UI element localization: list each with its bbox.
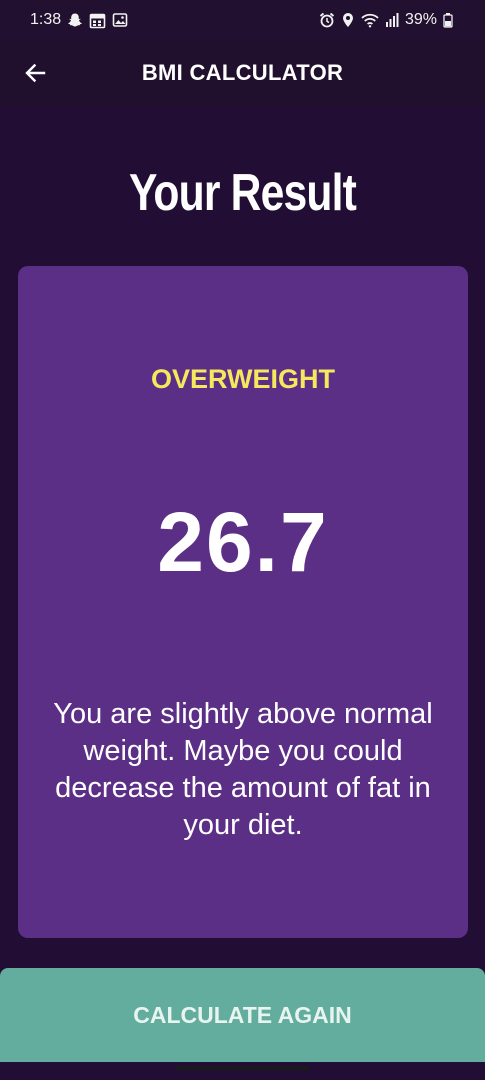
signal-icon <box>385 12 399 28</box>
calendar-icon <box>89 12 106 29</box>
bmi-value: 26.7 <box>157 495 329 589</box>
wifi-icon <box>361 12 379 28</box>
gesture-nav-bar[interactable] <box>175 1066 310 1070</box>
gallery-icon <box>112 12 128 28</box>
page-title: Your Result <box>128 164 357 222</box>
status-bar: 1:38 39% <box>0 0 485 40</box>
result-card: OVERWEIGHT 26.7 You are slightly above n… <box>18 266 468 938</box>
bmi-advice: You are slightly above normal weight. Ma… <box>53 698 433 841</box>
alarm-icon <box>319 12 335 28</box>
snapchat-icon <box>67 12 83 28</box>
app-bar: BMI CALCULATOR <box>0 40 485 106</box>
battery-percent: 39% <box>404 11 437 28</box>
status-time: 1:38 <box>30 11 62 28</box>
app-title: BMI CALCULATOR <box>141 60 344 85</box>
status-right: 39% <box>319 11 453 29</box>
battery-icon <box>443 12 453 28</box>
bmi-category: OVERWEIGHT <box>150 364 336 394</box>
calculate-again-button[interactable]: CALCULATE AGAIN <box>0 968 485 1062</box>
status-left: 1:38 <box>30 11 128 29</box>
location-icon <box>341 12 355 28</box>
